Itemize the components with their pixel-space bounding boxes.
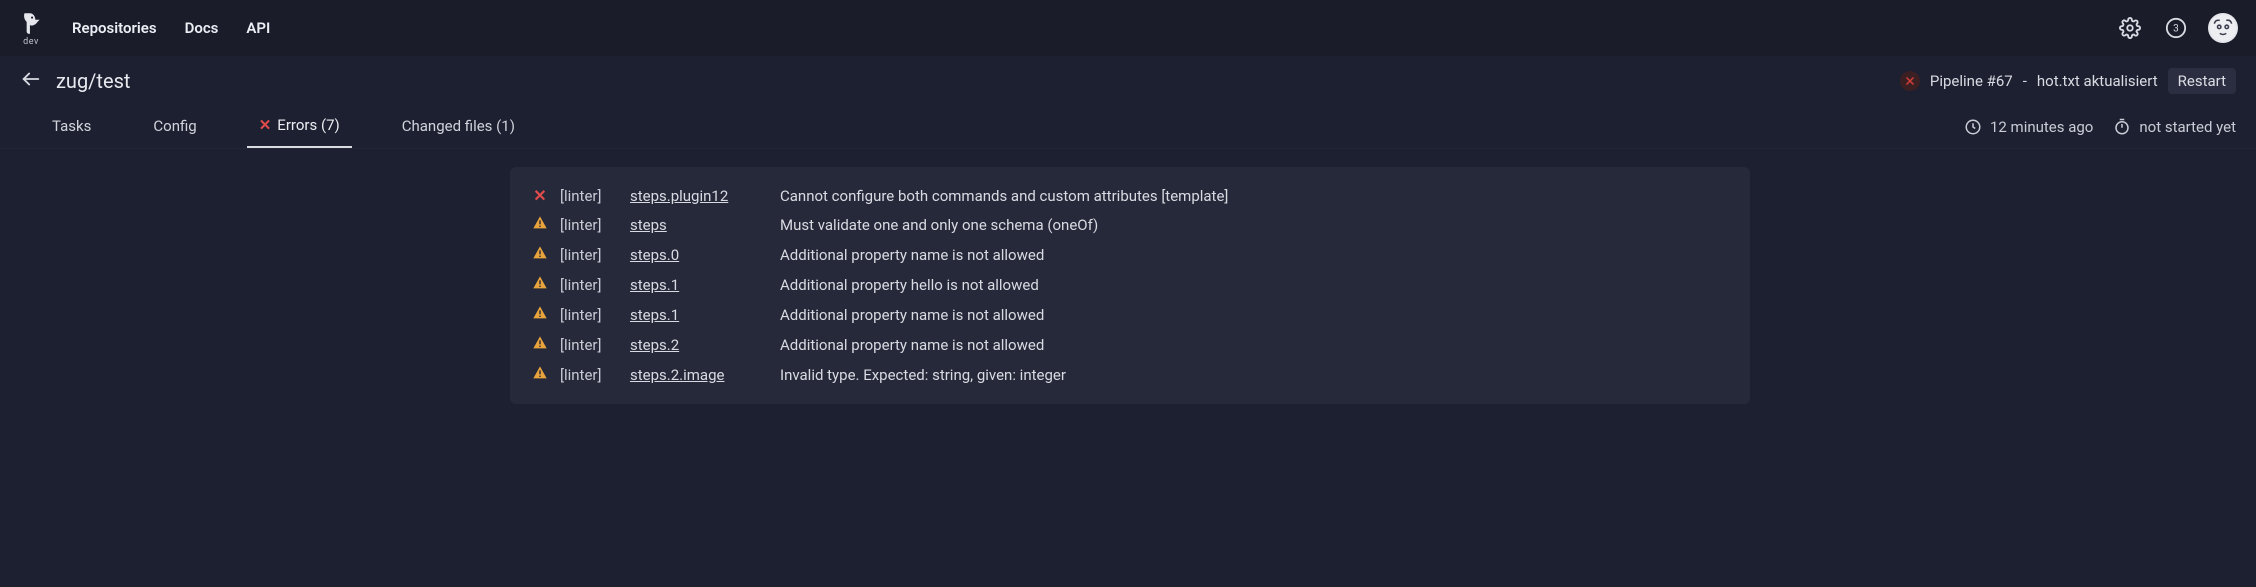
- error-message: Additional property name is not allowed: [780, 306, 1044, 324]
- tab-label: Errors (7): [277, 116, 339, 134]
- error-path-col: steps.2: [630, 336, 770, 354]
- navbar-right: 3: [2116, 13, 2238, 43]
- pipeline-status-icon: [1900, 71, 1920, 91]
- repo-title[interactable]: zug/test: [56, 69, 130, 93]
- error-source: [linter]: [560, 336, 620, 354]
- nav-link-repositories[interactable]: Repositories: [72, 19, 157, 37]
- error-path-link[interactable]: steps.2.image: [630, 366, 724, 384]
- clock-icon: [1964, 118, 1982, 136]
- error-row: [linter] steps.0 Additional property name …: [530, 240, 1730, 270]
- error-path-link[interactable]: steps.2: [630, 336, 679, 354]
- meta-time: 12 minutes ago: [1964, 118, 2093, 136]
- error-source: [linter]: [560, 366, 620, 384]
- nav-link-docs[interactable]: Docs: [185, 19, 219, 37]
- stopwatch-icon: [2113, 118, 2131, 136]
- gear-icon: [2119, 17, 2141, 39]
- error-source: [linter]: [560, 276, 620, 294]
- sub-header: zug/test Pipeline #67 - hot.txt aktualis…: [0, 56, 2256, 106]
- tab-errors[interactable]: ✕ Errors (7): [247, 106, 352, 148]
- error-path-col: steps.1: [630, 306, 770, 324]
- navbar-left: dev Repositories Docs API: [18, 10, 270, 47]
- breadcrumb-right: Pipeline #67 - hot.txt aktualisiert Rest…: [1900, 68, 2236, 94]
- back-button[interactable]: [20, 68, 42, 94]
- warning-icon: [532, 245, 548, 265]
- warn-level-icon: [530, 245, 550, 265]
- pipeline-number: Pipeline #67: [1930, 72, 2013, 90]
- error-path-col: steps: [630, 216, 770, 234]
- error-source: [linter]: [560, 306, 620, 324]
- error-row: [linter] steps Must validate one and only …: [530, 210, 1730, 240]
- warn-level-icon: [530, 275, 550, 295]
- error-row: [linter] steps.1 Additional property hello…: [530, 270, 1730, 300]
- queue-badge-icon: 3: [2165, 17, 2187, 39]
- error-message: Cannot configure both commands and custo…: [780, 187, 1228, 205]
- meta-status: not started yet: [2113, 118, 2236, 136]
- error-source: [linter]: [560, 187, 620, 205]
- queue-button[interactable]: 3: [2162, 14, 2190, 42]
- tab-label: Changed files (1): [402, 117, 515, 135]
- warning-icon: [532, 365, 548, 385]
- error-message: Additional property hello is not allowed: [780, 276, 1039, 294]
- warn-level-icon: [530, 305, 550, 325]
- pipeline-description: hot.txt aktualisiert: [2037, 72, 2158, 90]
- warning-icon: [532, 335, 548, 355]
- error-path-col: steps.plugin12: [630, 187, 770, 205]
- restart-button[interactable]: Restart: [2168, 68, 2236, 94]
- error-row: [linter] steps.1 Additional property name …: [530, 300, 1730, 330]
- error-icon: ✕: [533, 186, 546, 205]
- error-row: [linter] steps.2.image Invalid type. Expec…: [530, 360, 1730, 390]
- tab-label: Tasks: [52, 117, 91, 135]
- x-icon: ✕: [259, 116, 272, 134]
- logo-subtext: dev: [23, 37, 39, 47]
- warn-level-icon: [530, 215, 550, 235]
- breadcrumb-left: zug/test: [20, 68, 130, 94]
- error-source: [linter]: [560, 246, 620, 264]
- warn-level-icon: [530, 365, 550, 385]
- woodpecker-logo-icon: [18, 10, 44, 36]
- x-icon: [1904, 75, 1916, 87]
- tab-config[interactable]: Config: [141, 106, 208, 148]
- error-path-link[interactable]: steps.0: [630, 246, 679, 264]
- error-path-link[interactable]: steps.1: [630, 306, 679, 324]
- warning-icon: [532, 275, 548, 295]
- nav-link-api[interactable]: API: [246, 19, 270, 37]
- svg-text:3: 3: [2173, 24, 2179, 35]
- error-path-col: steps.1: [630, 276, 770, 294]
- meta-time-label: 12 minutes ago: [1990, 118, 2093, 136]
- settings-button[interactable]: [2116, 14, 2144, 42]
- warning-icon: [532, 215, 548, 235]
- error-message: Additional property name is not allowed: [780, 336, 1044, 354]
- errors-panel: ✕ [linter] steps.plugin12 Cannot configure …: [510, 167, 1750, 404]
- error-row: ✕ [linter] steps.plugin12 Cannot configure …: [530, 181, 1730, 210]
- error-message: Invalid type. Expected: string, given: i…: [780, 366, 1066, 384]
- tabs-row: Tasks Config ✕ Errors (7) Changed files …: [0, 106, 2256, 149]
- logo[interactable]: dev: [18, 10, 44, 47]
- tabs: Tasks Config ✕ Errors (7) Changed files …: [40, 106, 527, 148]
- error-path-link[interactable]: steps: [630, 216, 667, 234]
- arrow-left-icon: [20, 68, 42, 90]
- meta-right: 12 minutes ago not started yet: [1964, 118, 2236, 136]
- warning-icon: [532, 305, 548, 325]
- meta-status-label: not started yet: [2139, 118, 2236, 136]
- pipeline-separator: -: [2023, 72, 2027, 90]
- avatar-icon: [2210, 15, 2236, 41]
- content-area: ✕ [linter] steps.plugin12 Cannot configure …: [0, 149, 2256, 434]
- error-path-col: steps.2.image: [630, 366, 770, 384]
- error-message: Additional property name is not allowed: [780, 246, 1044, 264]
- user-avatar[interactable]: [2208, 13, 2238, 43]
- error-path-col: steps.0: [630, 246, 770, 264]
- tab-tasks[interactable]: Tasks: [40, 106, 103, 148]
- error-source: [linter]: [560, 216, 620, 234]
- tab-label: Config: [153, 117, 196, 135]
- error-path-link[interactable]: steps.1: [630, 276, 679, 294]
- error-path-link[interactable]: steps.plugin12: [630, 187, 728, 205]
- error-level-icon: ✕: [530, 186, 550, 205]
- tab-changed-files[interactable]: Changed files (1): [390, 106, 527, 148]
- error-message: Must validate one and only one schema (o…: [780, 216, 1098, 234]
- top-navbar: dev Repositories Docs API 3: [0, 0, 2256, 56]
- warn-level-icon: [530, 335, 550, 355]
- error-row: [linter] steps.2 Additional property name …: [530, 330, 1730, 360]
